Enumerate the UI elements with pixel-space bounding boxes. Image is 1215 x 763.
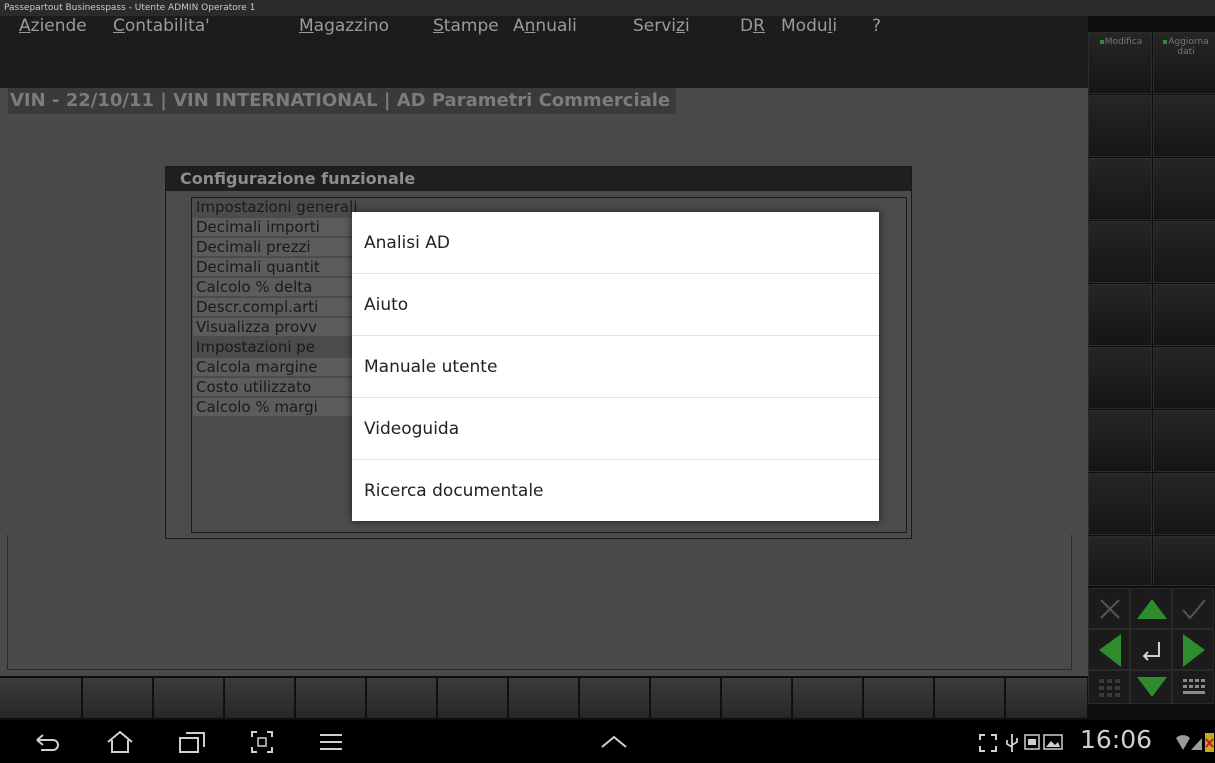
context-menu: Analisi AD Aiuto Manuale utente Videogui… <box>352 212 879 521</box>
image-icon <box>1043 734 1063 750</box>
sidebar-button[interactable] <box>1153 536 1215 586</box>
sidebar-button[interactable] <box>1153 221 1215 283</box>
fullscreen-icon <box>979 734 997 752</box>
menu-help[interactable]: ? <box>872 16 881 36</box>
function-key[interactable] <box>1006 678 1088 718</box>
sidebar-button[interactable] <box>1088 347 1152 409</box>
confirm-check-icon[interactable] <box>1172 588 1214 629</box>
menu-item-manuale-utente[interactable]: Manuale utente <box>352 336 879 398</box>
function-key[interactable] <box>438 678 508 718</box>
sidebar-button[interactable] <box>1088 284 1152 346</box>
menu-item-ricerca-documentale[interactable]: Ricerca documentale <box>352 460 879 522</box>
menu-annuali[interactable]: Annuali <box>513 16 577 36</box>
function-key[interactable] <box>296 678 366 718</box>
config-row[interactable]: Descr.compl.arti <box>193 298 353 316</box>
config-row[interactable]: Calcolo % delta <box>193 278 353 296</box>
menu-item-aiuto[interactable]: Aiuto <box>352 274 879 336</box>
battery-icon <box>1205 733 1214 752</box>
menu-moduli[interactable]: Moduli <box>781 16 837 36</box>
signal-icon <box>1191 738 1202 750</box>
arrow-down-icon[interactable] <box>1130 670 1172 704</box>
menu-stampe[interactable]: Stampe <box>433 16 499 36</box>
clock: 16:06 <box>1080 725 1153 754</box>
arrow-right-icon[interactable] <box>1172 629 1214 670</box>
config-row[interactable]: Decimali prezzi <box>193 238 353 256</box>
config-row[interactable]: Impostazioni generali <box>193 198 357 216</box>
menu-magazzino[interactable]: Magazzino <box>299 16 389 36</box>
sidebar-button[interactable] <box>1153 284 1215 346</box>
sidebar-button[interactable] <box>1088 221 1152 283</box>
config-row[interactable]: Decimali quantit <box>193 258 353 276</box>
config-panel-title: Configurazione funzionale <box>166 167 911 191</box>
function-key[interactable] <box>509 678 579 718</box>
sidebar-button[interactable] <box>1153 473 1215 535</box>
menu-contabilita[interactable]: Contabilita' <box>113 16 210 36</box>
system-bar <box>0 720 1215 763</box>
function-key[interactable] <box>367 678 437 718</box>
menu-item-analisi-ad[interactable]: Analisi AD <box>352 212 879 274</box>
keypad-icon[interactable] <box>1088 670 1130 704</box>
sidebar-button[interactable] <box>1153 410 1215 472</box>
breadcrumb: VIN - 22/10/11 | VIN INTERNATIONAL | AD … <box>8 88 677 114</box>
home-icon[interactable] <box>105 730 135 754</box>
recent-apps-icon[interactable] <box>177 730 207 754</box>
function-key[interactable] <box>154 678 224 718</box>
status-dot-icon <box>1163 39 1168 44</box>
sidebar-button[interactable] <box>1153 347 1215 409</box>
sidebar-button[interactable] <box>1088 95 1152 157</box>
back-icon[interactable] <box>33 732 63 752</box>
keyboard-icon[interactable] <box>1172 670 1214 704</box>
sidebar-button[interactable] <box>1153 95 1215 157</box>
function-key[interactable] <box>793 678 863 718</box>
function-key[interactable] <box>722 678 792 718</box>
function-key[interactable] <box>0 678 82 718</box>
wifi-icon <box>1176 735 1190 750</box>
config-row[interactable]: Impostazioni pe <box>193 338 315 356</box>
chevron-up-icon[interactable] <box>596 732 632 752</box>
usb-icon <box>1006 734 1018 752</box>
notification-icon <box>1024 734 1040 750</box>
function-key[interactable] <box>83 678 153 718</box>
function-key-bar <box>0 676 1088 720</box>
right-sidebar: Modifica Aggiorna dati <box>1088 16 1215 720</box>
aggiorna-dati-button[interactable]: Aggiorna dati <box>1153 32 1215 94</box>
sidebar-button[interactable] <box>1088 473 1152 535</box>
menu-item-videoguida[interactable]: Videoguida <box>352 398 879 460</box>
arrow-left-icon[interactable] <box>1088 629 1130 670</box>
config-row[interactable]: Calcola margine <box>193 358 353 376</box>
enter-icon[interactable] <box>1130 629 1172 670</box>
function-key[interactable] <box>580 678 650 718</box>
config-row[interactable]: Costo utilizzato <box>193 378 353 396</box>
status-dot-icon <box>1099 39 1104 44</box>
sidebar-button[interactable] <box>1153 158 1215 220</box>
function-key[interactable] <box>935 678 1005 718</box>
arrow-up-icon[interactable] <box>1130 588 1172 629</box>
menu-dr[interactable]: DR <box>740 16 765 36</box>
cancel-icon[interactable] <box>1088 588 1130 629</box>
config-row[interactable]: Visualizza provv <box>193 318 353 336</box>
menu-servizi[interactable]: Servizi <box>633 16 690 36</box>
config-row[interactable]: Decimali importi <box>193 218 353 236</box>
function-key[interactable] <box>864 678 934 718</box>
modifica-button[interactable]: Modifica <box>1088 32 1152 94</box>
menu-icon[interactable] <box>318 732 344 752</box>
screenshot-icon[interactable] <box>250 730 274 754</box>
sidebar-button[interactable] <box>1088 158 1152 220</box>
menu-aziende[interactable]: Aziende <box>19 16 87 36</box>
sidebar-button[interactable] <box>1088 536 1152 586</box>
function-key[interactable] <box>225 678 295 718</box>
sidebar-button[interactable] <box>1088 410 1152 472</box>
window-title: Passepartout Businesspass - Utente ADMIN… <box>0 0 1215 16</box>
function-key[interactable] <box>651 678 721 718</box>
config-row[interactable]: Calcolo % margi <box>193 398 353 416</box>
lower-workspace <box>7 535 1072 670</box>
